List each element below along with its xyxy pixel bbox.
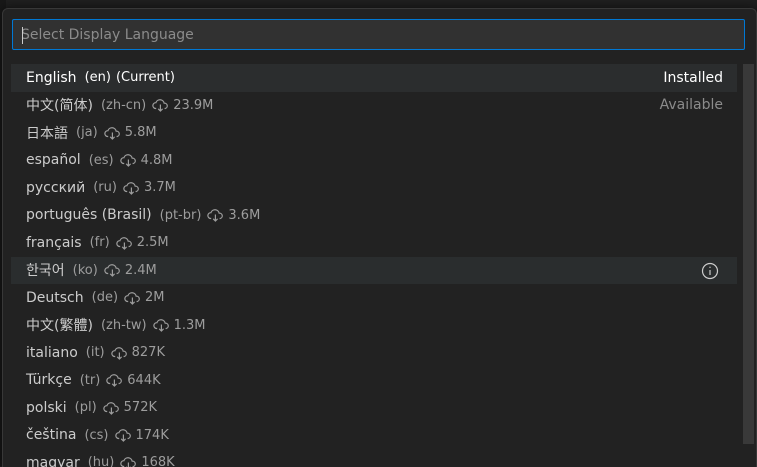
download-size: 5.8M (104, 125, 157, 140)
language-status: Installed (663, 69, 723, 86)
download-size: 4.8M (119, 152, 173, 168)
size-text: 168K (141, 455, 175, 467)
size-text: 3.7M (143, 180, 176, 196)
language-name: português (Brasil) (26, 207, 152, 224)
language-code: (cs) (84, 427, 109, 443)
language-code: (pt-br) (159, 207, 202, 223)
language-status: Available (659, 97, 723, 114)
language-list: English (en) (Current) Installed 中文(简体) (zh-c… (11, 64, 737, 467)
download-size: 168K (120, 455, 175, 467)
download-size: 2.5M (115, 235, 169, 251)
size-text: 827K (131, 345, 165, 361)
cloud-download-icon (124, 291, 145, 305)
download-size: 2.4M (104, 263, 157, 278)
language-code: (ru) (93, 180, 117, 196)
size-text: 2M (145, 290, 165, 306)
language-item[interactable]: español (es) 4.8M (11, 147, 737, 175)
language-item[interactable]: français (fr) 2.5M (11, 229, 737, 257)
list-scrollbar[interactable] (743, 64, 754, 444)
size-text: 1.3M (173, 317, 206, 333)
language-item[interactable]: Türkçe (tr) 644K (11, 367, 737, 395)
language-name: English (26, 69, 77, 86)
cloud-download-icon (102, 401, 124, 415)
cloud-download-icon (119, 153, 141, 168)
info-icon[interactable] (701, 262, 719, 280)
language-code: (en) (84, 70, 111, 86)
language-code: (tr) (79, 372, 101, 388)
language-name: italiano (26, 344, 78, 361)
cloud-download-icon (114, 428, 136, 443)
language-name: français (26, 234, 82, 251)
language-code: (it) (85, 345, 105, 361)
download-size: 23.9M (152, 98, 213, 113)
language-name: magyar (26, 454, 80, 467)
language-code: (fr) (89, 235, 110, 251)
cloud-download-icon (120, 456, 141, 467)
language-name: 中文(繁體) (26, 318, 93, 335)
size-text: 2.5M (136, 235, 169, 251)
cloud-download-icon (104, 126, 125, 140)
current-marker: (Current) (115, 70, 175, 86)
language-search-box[interactable] (12, 19, 745, 50)
size-text: 174K (135, 427, 169, 443)
download-size: 3.7M (123, 180, 176, 195)
language-item[interactable]: 日本語 (ja) 5.8M (11, 119, 737, 147)
size-text: 4.8M (140, 152, 173, 168)
text-caret (22, 27, 23, 44)
language-code: (es) (88, 152, 114, 168)
download-size: 2M (124, 290, 165, 305)
size-text: 23.9M (173, 97, 214, 113)
cloud-download-icon (104, 263, 125, 278)
size-text: 3.6M (228, 207, 261, 223)
cloud-download-icon (115, 236, 137, 250)
language-name: русский (26, 179, 86, 196)
language-name: 한국어 (26, 263, 65, 280)
language-item[interactable]: português (Brasil) (pt-br) 3.6M (11, 202, 737, 230)
size-text: 572K (123, 400, 157, 416)
language-item[interactable]: 한국어 (ko) 2.4M (11, 256, 737, 284)
language-quick-pick: English (en)(Current) Installed 中文(简体) (zh-c… (2, 8, 757, 467)
language-name: polski (26, 399, 67, 416)
cloud-download-icon (152, 318, 174, 333)
cloud-download-icon (123, 181, 144, 195)
language-name: 日本語 (26, 125, 68, 142)
language-search-input[interactable] (13, 20, 744, 49)
cloud-download-icon (110, 346, 132, 360)
language-code: (hu) (87, 455, 115, 467)
language-name: español (26, 152, 81, 169)
size-text: 644K (127, 372, 161, 388)
language-item[interactable]: Deutsch (de) 2M (11, 284, 737, 312)
download-size: 644K (106, 372, 161, 388)
language-code: (ja) (76, 125, 98, 141)
language-item[interactable]: polski (pl) 572K (11, 394, 737, 422)
language-code: (de) (91, 290, 119, 306)
language-item[interactable]: 中文(繁體) (zh-tw) 1.3M (11, 312, 737, 340)
download-size: 827K (110, 345, 165, 361)
language-name: Deutsch (26, 289, 84, 306)
language-name: čeština (26, 427, 77, 444)
language-item[interactable]: magyar (hu) 168K (11, 449, 737, 467)
language-code: (ko) (72, 262, 98, 278)
cloud-download-icon (207, 208, 228, 223)
language-item[interactable]: 中文(简体) (zh-cn) 23.9M Available (11, 92, 737, 120)
download-size: 572K (102, 400, 157, 416)
language-item[interactable]: čeština (cs) 174K (11, 422, 737, 450)
language-item[interactable]: русский (ru) 3.7M (11, 174, 737, 202)
download-size: 3.6M (207, 208, 260, 223)
size-text: 2.4M (124, 262, 157, 278)
language-item[interactable]: italiano (it) 827K (11, 339, 737, 367)
size-text: 5.8M (124, 125, 157, 141)
cloud-download-icon (106, 373, 127, 388)
download-size: 174K (114, 427, 169, 443)
language-code: (pl) (74, 400, 97, 416)
language-code: (zh-tw) (100, 317, 147, 333)
language-code: (zh-cn) (100, 97, 147, 113)
language-item[interactable]: English (en) (Current) Installed (11, 64, 737, 92)
language-name: 中文(简体) (26, 98, 93, 115)
download-size: 1.3M (152, 317, 206, 333)
cloud-download-icon (152, 98, 173, 113)
language-name: Türkçe (26, 372, 72, 389)
